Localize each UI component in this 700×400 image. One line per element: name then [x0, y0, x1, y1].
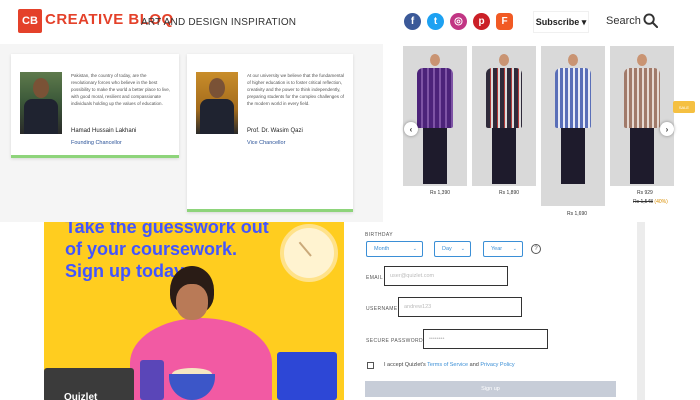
screenshot-collage: CB CREATIVE BLOQ ART AND DESIGN INSPIRAT… — [0, 0, 700, 400]
terms-of-service-link[interactable]: Terms of Service — [427, 362, 468, 368]
privacy-policy-link[interactable]: Privacy Policy — [480, 362, 514, 368]
leader-name: Prof. Dr. Wasim Qazi — [247, 128, 303, 134]
product-carousel: Rs 1,390 Rs 1,890 Rs 1,690 Rs 929 Rs 1,5… — [383, 44, 700, 222]
headline-line: of your coursework. — [65, 239, 238, 259]
chevron-down-icon: ⌄ — [460, 246, 465, 252]
leader-quote: At our university we believe that the fu… — [247, 73, 345, 106]
product-price: Rs 1,690 — [567, 211, 588, 217]
username-label: USERNAME — [366, 306, 398, 312]
leader-name: Hamad Hussain Lakhani — [71, 128, 137, 134]
product-price: Rs 1,390 — [430, 190, 451, 196]
headline-line: Take the guesswork out — [65, 222, 269, 237]
help-icon[interactable]: ? — [531, 244, 541, 254]
email-field[interactable]: user@quizlet.com — [384, 266, 508, 286]
password-label: SECURE PASSWORD — [366, 338, 424, 344]
day-value: Day — [442, 246, 452, 252]
flipboard-icon[interactable]: F — [496, 13, 513, 30]
cup-illustration — [140, 360, 164, 400]
terms-and: and — [468, 362, 481, 368]
chevron-down-icon: ⌄ — [512, 246, 517, 252]
month-value: Month — [374, 246, 390, 252]
tagline: ART AND DESIGN INSPIRATION — [141, 17, 297, 28]
product-image[interactable] — [472, 46, 536, 186]
product-image[interactable] — [403, 46, 467, 186]
terms-text: I accept Quizlet's Terms of Service and … — [384, 362, 515, 368]
old-price: Rs 1,548 — [633, 199, 654, 205]
signup-button[interactable]: Sign up — [365, 381, 616, 397]
email-label: EMAIL — [366, 275, 384, 281]
product-price: Rs 1,890 — [499, 190, 520, 196]
month-select[interactable]: Month ⌄ — [366, 241, 423, 257]
search-label[interactable]: Search — [606, 15, 641, 27]
terms-prefix: I accept Quizlet's — [384, 362, 428, 368]
search-icon[interactable] — [643, 13, 658, 28]
chevron-down-icon: ⌄ — [412, 246, 417, 252]
carousel-prev-icon[interactable]: ‹ — [404, 122, 418, 136]
leader-photo — [20, 72, 62, 134]
day-select[interactable]: Day ⌄ — [434, 241, 471, 257]
laptop-brand-text: Quizlet — [64, 392, 98, 400]
facebook-icon[interactable]: f — [404, 13, 421, 30]
password-field[interactable]: •••••••• — [423, 329, 548, 349]
leader-role: Founding Chancellor — [71, 140, 122, 146]
terms-checkbox[interactable] — [367, 362, 374, 369]
site-header: CB CREATIVE BLOQ ART AND DESIGN INSPIRAT… — [0, 0, 700, 44]
carousel-next-icon[interactable]: › — [660, 122, 674, 136]
twitter-icon[interactable]: t — [427, 13, 444, 30]
product-price: Rs 929 — [637, 190, 653, 196]
leader-role: Vice Chancellor — [247, 140, 286, 146]
subscribe-button[interactable]: Subscribe ▾ — [533, 11, 589, 33]
instagram-icon[interactable]: ◎ — [450, 13, 467, 30]
product-old-price: Rs 1,548 (40%) — [633, 199, 668, 205]
leader-card: At our university we believe that the fu… — [187, 54, 353, 212]
year-value: Year — [491, 246, 503, 252]
birthday-label: BIRTHDAY — [365, 232, 394, 238]
leadership-section: Pakistan, the country of today, are the … — [0, 44, 383, 222]
username-field[interactable]: andrew123 — [398, 297, 522, 317]
leader-card: Pakistan, the country of today, are the … — [11, 54, 179, 158]
sale-badge: SALE — [673, 101, 695, 113]
product-image[interactable] — [610, 46, 674, 186]
promo-banner: Take the guesswork out of your coursewor… — [44, 222, 344, 400]
product-image[interactable] — [541, 46, 605, 206]
logo-mark[interactable]: CB — [18, 9, 42, 33]
leader-quote: Pakistan, the country of today, are the … — [71, 73, 171, 106]
year-select[interactable]: Year ⌄ — [483, 241, 523, 257]
discount-percent: (40%) — [654, 199, 668, 205]
monitor-illustration — [277, 352, 337, 400]
form-scrollbar[interactable] — [637, 222, 645, 400]
pinterest-icon[interactable]: p — [473, 13, 490, 30]
leader-photo — [196, 72, 238, 134]
